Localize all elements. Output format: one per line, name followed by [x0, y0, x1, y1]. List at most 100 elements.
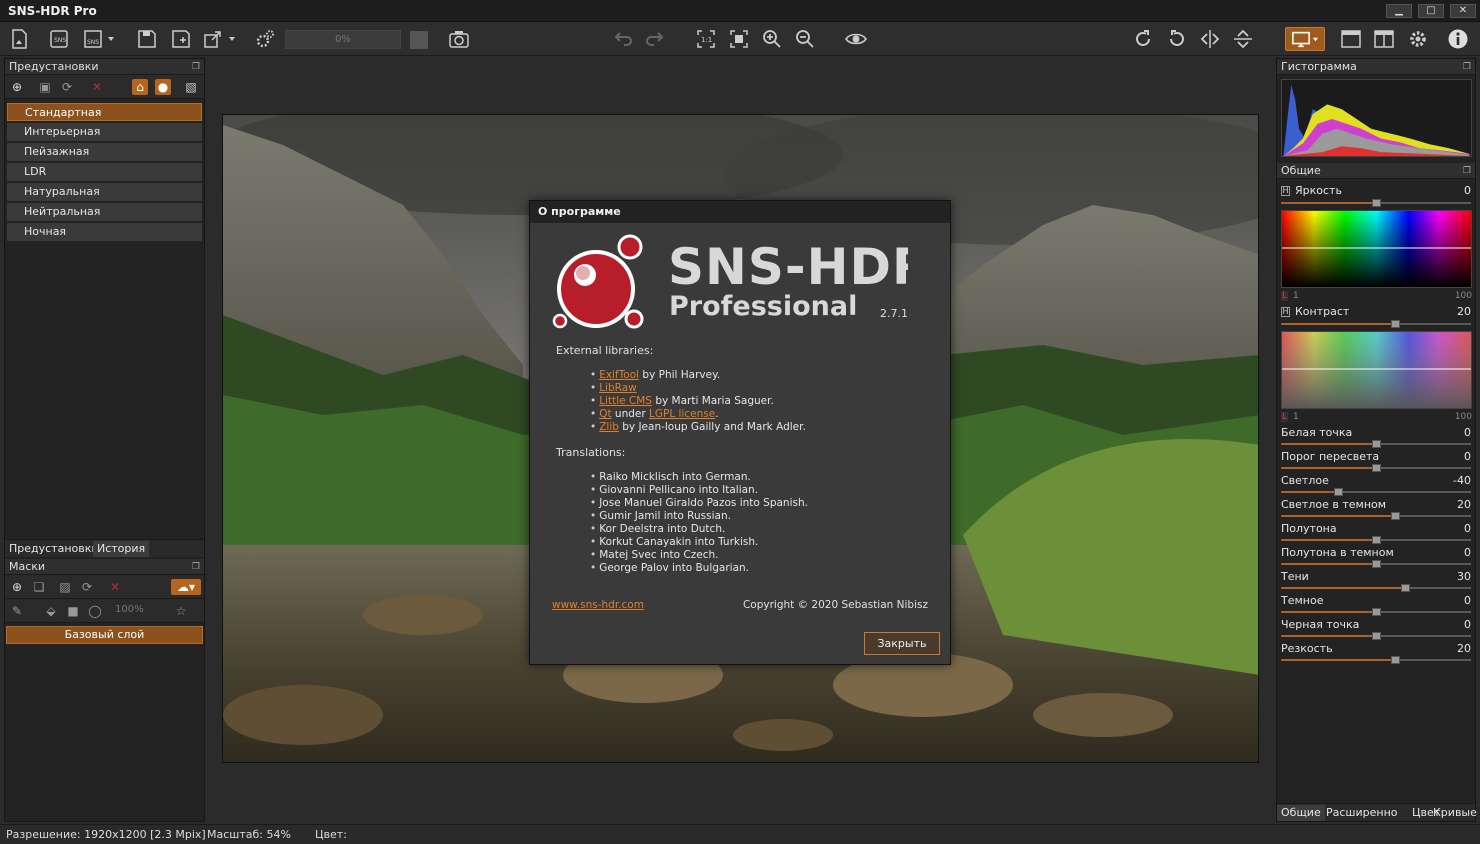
- export-dropdown[interactable]: [226, 27, 238, 51]
- display-mode-button[interactable]: [1285, 27, 1325, 51]
- brush-opacity[interactable]: 100%: [115, 604, 144, 615]
- contrast-highlight-toggle[interactable]: H: [1281, 307, 1290, 317]
- slider-handle[interactable]: [1334, 488, 1343, 496]
- slider-handle[interactable]: [1400, 584, 1410, 592]
- preset-item[interactable]: Нейтральная: [7, 203, 202, 221]
- duplicate-mask-button[interactable]: ❏: [31, 579, 47, 595]
- preset-thumbnail-toggle[interactable]: ▧: [183, 79, 199, 95]
- rotate-ccw-button[interactable]: [1164, 27, 1190, 51]
- zoom-actual-button[interactable]: 1:1: [693, 27, 719, 51]
- tab-general[interactable]: Общие: [1277, 805, 1325, 821]
- library-link[interactable]: Little CMS: [599, 395, 652, 407]
- preset-item[interactable]: Стандартная: [7, 103, 202, 121]
- redo-button[interactable]: [642, 27, 668, 51]
- tab-curves[interactable]: Кривые: [1429, 805, 1480, 821]
- add-mask-button[interactable]: ⊕: [9, 579, 25, 595]
- delete-mask-button[interactable]: ✕: [107, 579, 123, 595]
- slider-handle[interactable]: [1372, 199, 1381, 207]
- slider-handle[interactable]: [1372, 536, 1381, 544]
- base-layer-item[interactable]: Базовый слой: [6, 626, 203, 644]
- builtin-presets-toggle[interactable]: ⌂: [132, 79, 148, 95]
- tab-advanced[interactable]: Расширенно: [1322, 805, 1402, 821]
- save-button[interactable]: [134, 27, 160, 51]
- preset-item[interactable]: Пейзажная: [7, 143, 202, 161]
- delete-preset-button[interactable]: ✕: [89, 79, 105, 95]
- brightness-slider[interactable]: [1281, 199, 1471, 207]
- undock-icon[interactable]: ❐: [1463, 164, 1471, 179]
- settings-process-button[interactable]: [252, 27, 278, 51]
- star-tool[interactable]: ☆: [173, 603, 189, 619]
- control-slider[interactable]: [1281, 440, 1471, 448]
- slider-handle[interactable]: [1391, 512, 1400, 520]
- preview-original-button[interactable]: [843, 27, 869, 51]
- slider-handle[interactable]: [1372, 440, 1381, 448]
- edit-mask-button[interactable]: ▨: [57, 579, 73, 595]
- layout-single-button[interactable]: [1338, 27, 1364, 51]
- minimize-button[interactable]: ▁: [1386, 4, 1412, 18]
- contrast-slider[interactable]: [1281, 320, 1471, 328]
- website-link[interactable]: www.sns-hdr.com: [552, 599, 644, 611]
- stop-button[interactable]: [410, 31, 428, 49]
- save-sns-dropdown[interactable]: [104, 27, 118, 51]
- preset-item[interactable]: Ночная: [7, 223, 202, 241]
- slider-handle[interactable]: [1372, 632, 1381, 640]
- slider-handle[interactable]: [1372, 464, 1381, 472]
- circle-tool[interactable]: ◯: [87, 603, 103, 619]
- zoom-in-button[interactable]: [759, 27, 785, 51]
- close-window-button[interactable]: ✕: [1450, 4, 1476, 18]
- open-image-button[interactable]: [6, 27, 32, 51]
- refresh-preset-button[interactable]: ⟳: [59, 79, 75, 95]
- slider-handle[interactable]: [1372, 608, 1381, 616]
- open-sns-button[interactable]: SNS: [46, 27, 72, 51]
- preset-item[interactable]: Интерьерная: [7, 123, 202, 141]
- library-link[interactable]: LibRaw: [599, 382, 637, 394]
- control-slider[interactable]: [1281, 536, 1471, 544]
- export-button[interactable]: [200, 27, 226, 51]
- about-button[interactable]: [1445, 27, 1471, 51]
- save-sns-button[interactable]: SNS: [80, 27, 106, 51]
- add-preset-button[interactable]: ⊕: [9, 79, 25, 95]
- brightness-highlight-toggle[interactable]: H: [1281, 186, 1290, 196]
- maximize-button[interactable]: □: [1418, 4, 1444, 18]
- license-link[interactable]: LGPL license: [649, 408, 715, 420]
- control-slider[interactable]: [1281, 464, 1471, 472]
- refresh-mask-button[interactable]: ⟳: [79, 579, 95, 595]
- flip-horizontal-button[interactable]: [1197, 27, 1223, 51]
- library-link[interactable]: Zlib: [599, 421, 619, 433]
- tab-history[interactable]: История: [93, 541, 150, 557]
- undock-icon[interactable]: ❐: [192, 60, 200, 75]
- control-slider[interactable]: [1281, 488, 1471, 496]
- mask-shape-dropdown[interactable]: ☁▾: [171, 579, 201, 595]
- rotate-cw-button[interactable]: [1130, 27, 1156, 51]
- zoom-fit-button[interactable]: [726, 27, 752, 51]
- control-slider[interactable]: [1281, 632, 1471, 640]
- undock-icon[interactable]: ❐: [1463, 60, 1471, 75]
- control-slider[interactable]: [1281, 608, 1471, 616]
- undock-icon[interactable]: ❐: [192, 560, 200, 575]
- library-link[interactable]: Qt: [599, 408, 611, 420]
- slider-handle[interactable]: [1372, 560, 1381, 568]
- slider-handle[interactable]: [1391, 320, 1400, 328]
- undo-button[interactable]: [610, 27, 636, 51]
- brush-tool[interactable]: ✎: [9, 603, 25, 619]
- flip-vertical-button[interactable]: [1230, 27, 1256, 51]
- slider-handle[interactable]: [1391, 656, 1400, 664]
- rect-tool[interactable]: ■: [65, 603, 81, 619]
- user-presets-toggle[interactable]: ●: [155, 79, 171, 95]
- zoom-out-button[interactable]: [792, 27, 818, 51]
- fill-tool[interactable]: ⬙: [43, 603, 59, 619]
- settings-button[interactable]: [1405, 27, 1431, 51]
- save-preset-button[interactable]: ▣: [37, 79, 53, 95]
- library-link[interactable]: ExifTool: [599, 369, 639, 381]
- layout-split-button[interactable]: [1371, 27, 1397, 51]
- preset-item[interactable]: Натуральная: [7, 183, 202, 201]
- close-dialog-button[interactable]: Закрыть: [864, 632, 940, 655]
- snapshot-button[interactable]: [446, 27, 472, 51]
- save-as-button[interactable]: [168, 27, 194, 51]
- control-slider[interactable]: [1281, 560, 1471, 568]
- control-slider[interactable]: [1281, 512, 1471, 520]
- control-slider[interactable]: [1281, 656, 1471, 664]
- tab-presets[interactable]: Предустановки: [5, 541, 103, 557]
- control-slider[interactable]: [1281, 584, 1471, 592]
- preset-item[interactable]: LDR: [7, 163, 202, 181]
